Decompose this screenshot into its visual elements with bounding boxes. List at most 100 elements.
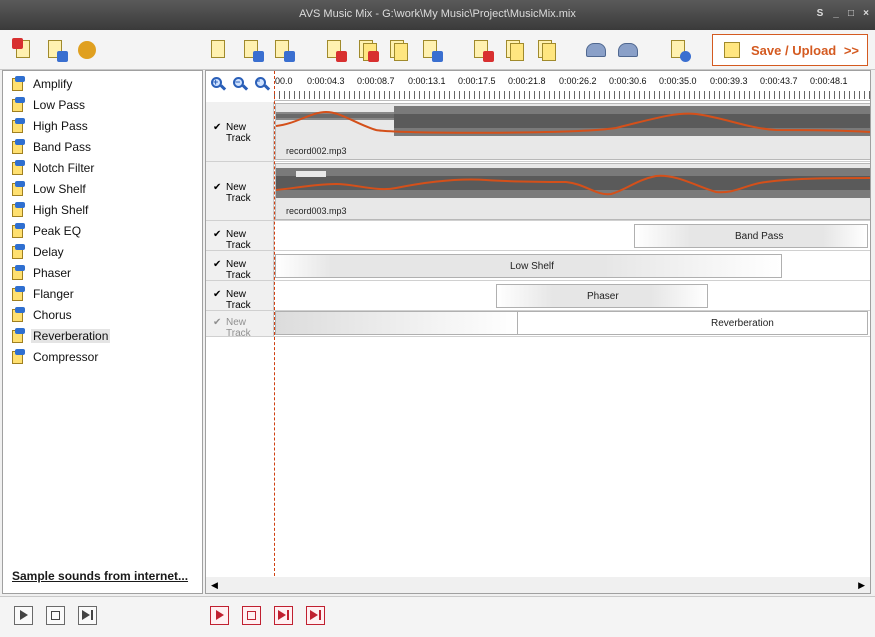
save-upload-button[interactable]: Save / Upload >>: [712, 34, 868, 66]
track-checkbox[interactable]: ✔: [213, 259, 221, 270]
track-header: ✔ New Track: [206, 102, 274, 161]
ruler-ticks: [274, 91, 870, 99]
end-icon: [310, 610, 318, 620]
effect-item-reverberation[interactable]: Reverberation: [11, 325, 201, 345]
effect-clip-label: Reverberation: [711, 318, 774, 329]
effect-item-amplify[interactable]: Amplify: [11, 73, 201, 93]
copy-icon[interactable]: [386, 38, 410, 62]
import-icon[interactable]: [44, 38, 68, 62]
remove-icon[interactable]: [12, 38, 36, 62]
effect-item-phaser[interactable]: Phaser: [11, 262, 201, 282]
effect-clip-band-pass[interactable]: Band Pass: [634, 224, 868, 248]
ruler-tick: 0:00:13.1: [408, 76, 446, 86]
effect-clip-phaser[interactable]: Phaser: [496, 284, 708, 308]
effect-item-notch-filter[interactable]: Notch Filter: [11, 157, 201, 177]
stop-icon: [247, 611, 256, 620]
transport-bar: [0, 596, 875, 637]
ruler-tick: 0:00:35.0: [659, 76, 697, 86]
effect-icon: [11, 223, 25, 238]
scroll-left-icon[interactable]: ◀: [211, 580, 218, 591]
waveform-1: [276, 106, 870, 136]
effect-clip-label: Low Shelf: [510, 261, 554, 272]
track-checkbox[interactable]: ✔: [213, 289, 221, 300]
effect-icon: [11, 265, 25, 280]
track-header: ✔ New Track: [206, 311, 274, 339]
effect-item-chorus[interactable]: Chorus: [11, 304, 201, 324]
save-project-icon[interactable]: [240, 38, 264, 62]
track-name: New Track: [226, 122, 251, 144]
track-checkbox[interactable]: ✔: [213, 122, 221, 133]
track-name: New Track: [226, 229, 251, 251]
effect-item-low-pass[interactable]: Low Pass: [11, 94, 201, 114]
track-row-3[interactable]: ✔ New Track Band Pass: [206, 221, 870, 251]
title-bar: AVS Music Mix - G:\work\My Music\Project…: [0, 0, 875, 30]
preview-play-button[interactable]: [14, 606, 33, 625]
track-row-1[interactable]: ✔ New Track record002.mp3: [206, 102, 870, 162]
main-toolbar: Save / Upload >>: [0, 30, 875, 70]
effect-item-high-shelf[interactable]: High Shelf: [11, 199, 201, 219]
mix-end-button[interactable]: [306, 606, 325, 625]
play-icon: [216, 610, 224, 620]
effect-item-delay[interactable]: Delay: [11, 241, 201, 261]
skin-button[interactable]: S: [814, 8, 826, 19]
help-icon[interactable]: [667, 38, 691, 62]
preview-stop-button[interactable]: [46, 606, 65, 625]
stop-icon: [51, 611, 60, 620]
track-row-2[interactable]: ✔ New Track record003.mp3: [206, 162, 870, 221]
track-header: ✔ New Track: [206, 251, 274, 281]
effect-icon: [11, 181, 25, 196]
redo-icon[interactable]: [616, 38, 640, 62]
time-ruler[interactable]: 00.0 0:00:04.3 0:00:08.7 0:00:13.1 0:00:…: [274, 71, 870, 101]
maximize-button[interactable]: □: [845, 8, 857, 19]
timeline-panel: + − ≡ 00.0 0:00:04.3 0:00:08.7 0:00:13.1…: [205, 70, 871, 594]
zoom-in-icon[interactable]: +: [210, 76, 227, 92]
track-row-5[interactable]: ✔ New Track Phaser: [206, 281, 870, 311]
audio-clip[interactable]: record003.mp3: [275, 163, 870, 220]
scroll-right-icon[interactable]: ▶: [858, 580, 865, 591]
track-row-6[interactable]: ✔ New Track Reverberation: [206, 311, 870, 339]
audio-clip[interactable]: record002.mp3: [275, 103, 870, 160]
add-icon[interactable]: [419, 38, 443, 62]
new-project-icon[interactable]: [207, 38, 231, 62]
effect-item-low-shelf[interactable]: Low Shelf: [11, 178, 201, 198]
track-checkbox[interactable]: ✔: [213, 229, 221, 240]
copy-clip-icon[interactable]: [502, 38, 526, 62]
playhead-cursor[interactable]: [274, 71, 275, 576]
undo-icon[interactable]: [584, 38, 608, 62]
mix-stop-button[interactable]: [242, 606, 261, 625]
minimize-button[interactable]: _: [830, 8, 842, 19]
effect-icon: [11, 139, 25, 154]
track-checkbox[interactable]: ✔: [213, 317, 221, 328]
preview-next-button[interactable]: [78, 606, 97, 625]
effect-icon: [11, 160, 25, 175]
delete-multiple-icon[interactable]: [355, 38, 379, 62]
track-checkbox[interactable]: ✔: [213, 182, 221, 193]
paste-icon[interactable]: [534, 38, 558, 62]
effect-item-high-pass[interactable]: High Pass: [11, 115, 201, 135]
delete-icon[interactable]: [323, 38, 347, 62]
effect-icon: [11, 328, 25, 343]
next-icon: [82, 610, 90, 620]
mix-play-button[interactable]: [210, 606, 229, 625]
mix-next-button[interactable]: [274, 606, 293, 625]
ruler-tick: 0:00:30.6: [609, 76, 647, 86]
zoom-fit-icon[interactable]: ≡: [254, 76, 271, 92]
save-upload-label: Save / Upload: [751, 43, 837, 58]
cut-icon[interactable]: [470, 38, 494, 62]
effect-icon: [11, 202, 25, 217]
settings-icon[interactable]: [75, 38, 99, 62]
effect-item-peak-eq[interactable]: Peak EQ: [11, 220, 201, 240]
horizontal-scrollbar[interactable]: ◀ ▶: [206, 577, 870, 593]
ruler-tick: 0:00:43.7: [760, 76, 798, 86]
effect-item-compressor[interactable]: Compressor: [11, 346, 201, 366]
effect-clip-reverberation[interactable]: Reverberation: [275, 311, 868, 335]
effect-item-flanger[interactable]: Flanger: [11, 283, 201, 303]
close-button[interactable]: ×: [860, 8, 872, 19]
sample-sounds-link[interactable]: Sample sounds from internet...: [12, 569, 188, 583]
effect-item-band-pass[interactable]: Band Pass: [11, 136, 201, 156]
chevron-right-icon: >>: [843, 43, 859, 58]
add-track-icon[interactable]: [271, 38, 295, 62]
effect-clip-low-shelf[interactable]: Low Shelf: [275, 254, 782, 278]
zoom-out-icon[interactable]: −: [232, 76, 249, 92]
track-row-4[interactable]: ✔ New Track Low Shelf: [206, 251, 870, 281]
